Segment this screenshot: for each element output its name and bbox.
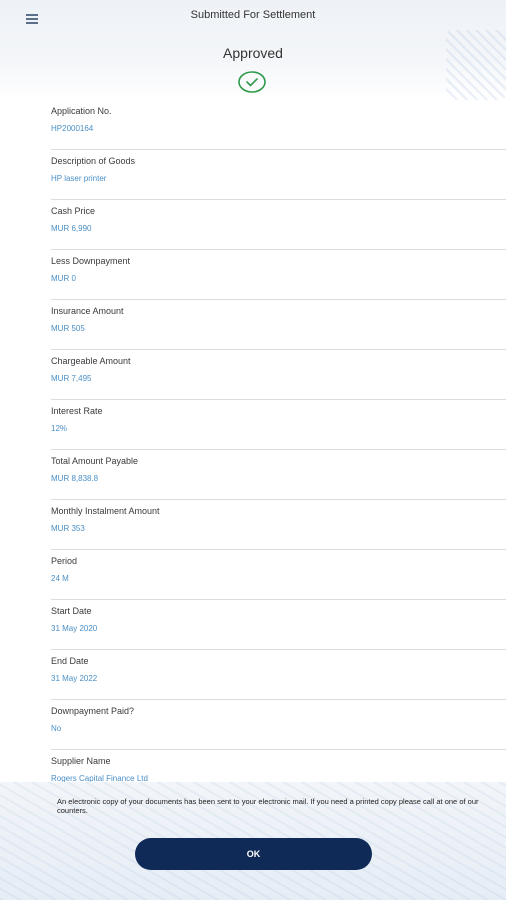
detail-row-downpayment-paid: Downpayment Paid? No — [51, 700, 506, 750]
field-value: No — [51, 724, 62, 733]
field-value: HP2000164 — [51, 124, 94, 133]
field-label: Insurance Amount — [51, 306, 124, 316]
detail-row-end-date: End Date 31 May 2022 — [51, 650, 506, 700]
field-label: Start Date — [51, 606, 92, 616]
email-notice: An electronic copy of your documents has… — [57, 797, 479, 815]
field-label: Supplier Name — [51, 756, 111, 766]
detail-row-interest-rate: Interest Rate 12% — [51, 400, 506, 450]
details-list: Application No. HP2000164 Description of… — [51, 100, 506, 800]
detail-row-description: Description of Goods HP laser printer — [51, 150, 506, 200]
field-value: 12% — [51, 424, 68, 433]
field-value: MUR 353 — [51, 524, 85, 533]
field-label: Total Amount Payable — [51, 456, 139, 466]
field-value: MUR 7,495 — [51, 374, 92, 383]
field-value: MUR 8,838.8 — [51, 474, 99, 483]
field-value: 24 M — [51, 574, 69, 583]
detail-row-monthly-instalment: Monthly Instalment Amount MUR 353 — [51, 500, 506, 550]
field-label: Interest Rate — [51, 406, 103, 416]
ok-button[interactable]: OK — [135, 838, 372, 870]
header: Submitted For Settlement Approved — [0, 0, 506, 100]
field-label: End Date — [51, 656, 89, 666]
approval-status: Approved — [223, 45, 283, 61]
field-label: Chargeable Amount — [51, 356, 131, 366]
field-value: MUR 6,990 — [51, 224, 92, 233]
field-label: Application No. — [51, 106, 112, 116]
field-label: Cash Price — [51, 206, 96, 216]
field-value: HP laser printer — [51, 174, 107, 183]
detail-row-period: Period 24 M — [51, 550, 506, 600]
detail-row-less-downpayment: Less Downpayment MUR 0 — [51, 250, 506, 300]
background-doodle — [446, 30, 506, 100]
field-value: 31 May 2022 — [51, 674, 98, 683]
detail-row-cash-price: Cash Price MUR 6,990 — [51, 200, 506, 250]
detail-row-chargeable-amount: Chargeable Amount MUR 7,495 — [51, 350, 506, 400]
detail-row-insurance-amount: Insurance Amount MUR 505 — [51, 300, 506, 350]
detail-row-total-amount-payable: Total Amount Payable MUR 8,838.8 — [51, 450, 506, 500]
field-value: 31 May 2020 — [51, 624, 98, 633]
detail-row-application-no: Application No. HP2000164 — [51, 100, 506, 150]
field-label: Less Downpayment — [51, 256, 131, 266]
page-title: Submitted For Settlement — [190, 9, 316, 21]
detail-row-start-date: Start Date 31 May 2020 — [51, 600, 506, 650]
field-value: MUR 0 — [51, 274, 76, 283]
field-label: Description of Goods — [51, 156, 136, 166]
check-circle-icon — [238, 71, 266, 93]
field-value: MUR 505 — [51, 324, 85, 333]
field-label: Downpayment Paid? — [51, 706, 135, 716]
field-label: Period — [51, 556, 78, 566]
field-label: Monthly Instalment Amount — [51, 506, 160, 516]
